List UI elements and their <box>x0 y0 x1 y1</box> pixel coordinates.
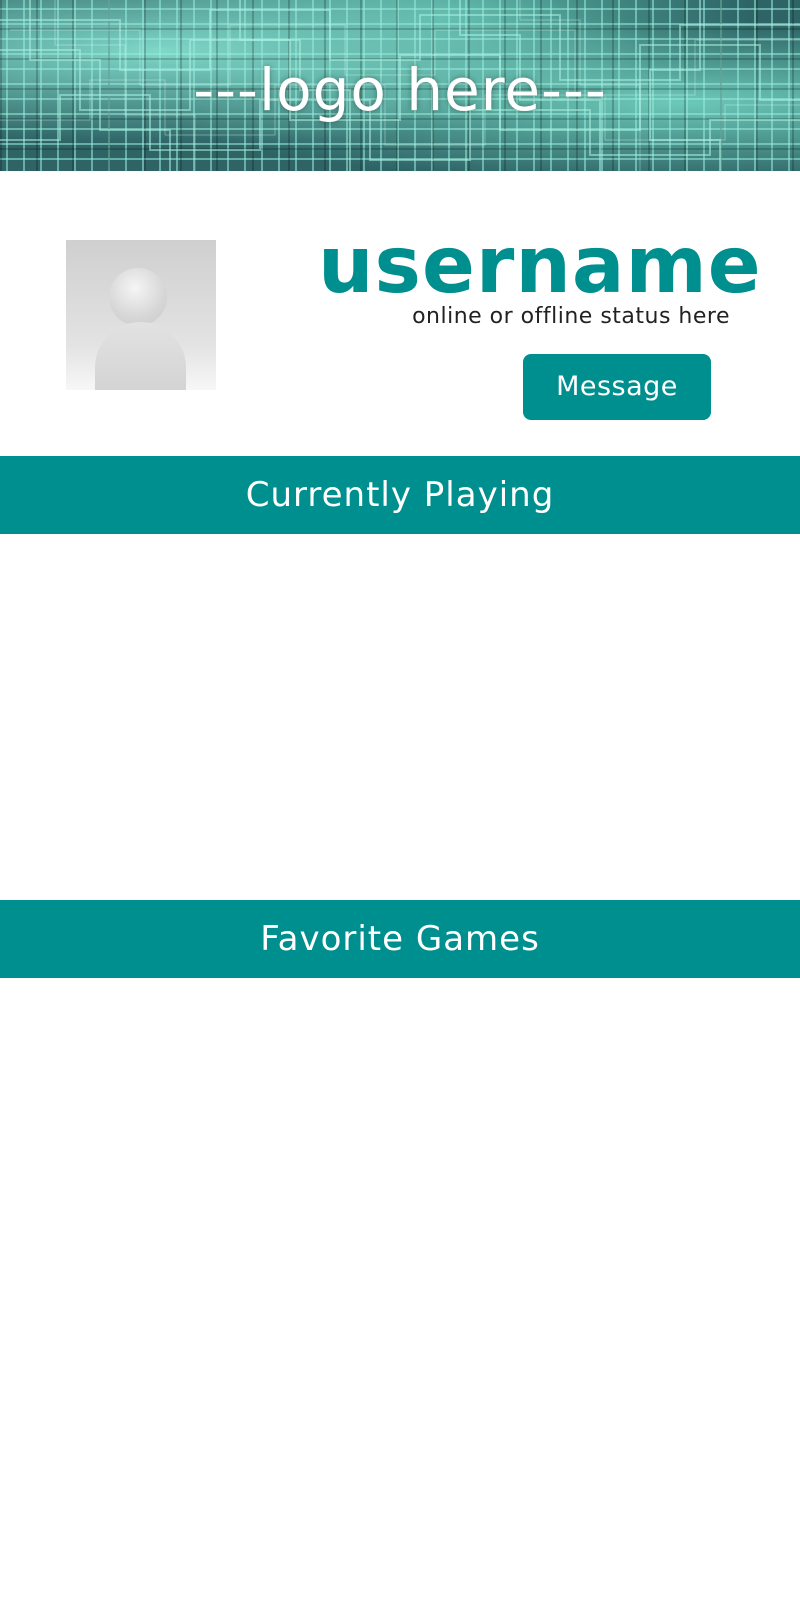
favorite-games-content <box>0 978 800 1600</box>
avatar-body <box>95 322 186 390</box>
favorite-games-header: Favorite Games <box>0 900 800 978</box>
currently-playing-header: Currently Playing <box>0 456 800 534</box>
logo-placeholder: ---logo here--- <box>193 56 607 124</box>
online-status: online or offline status here <box>412 304 730 329</box>
currently-playing-content <box>0 534 800 900</box>
header-banner: ---logo here--- <box>0 0 800 171</box>
avatar-head <box>109 268 167 326</box>
username: username <box>318 221 762 311</box>
avatar[interactable] <box>66 240 216 390</box>
message-button[interactable]: Message <box>523 354 711 420</box>
